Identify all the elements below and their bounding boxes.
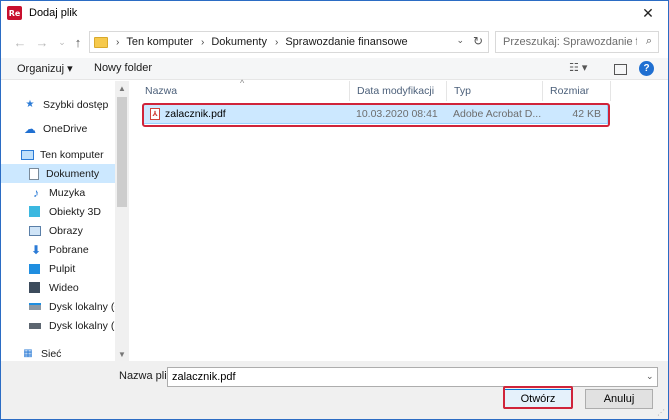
sidebar-item-this-pc[interactable]: Ten komputer: [1, 145, 115, 164]
close-icon: ✕: [642, 4, 654, 21]
column-header-type[interactable]: Typ: [447, 81, 543, 101]
music-icon: ♪: [33, 185, 39, 200]
back-button[interactable]: ←: [10, 32, 30, 52]
sidebar-item-label: Ten komputer: [40, 148, 104, 161]
sidebar-scrollbar[interactable]: ▲ ▼: [115, 81, 129, 361]
column-header-label: Data modyfikacji: [357, 85, 435, 97]
desktop-icon: [29, 263, 40, 274]
chevron-right-icon: ›: [116, 36, 120, 48]
sidebar-item-label: Dysk lokalny (C:): [49, 300, 115, 313]
refresh-icon[interactable]: ↻: [473, 34, 483, 48]
address-bar[interactable]: › Ten komputer › Dokumenty › Sprawozdani…: [89, 31, 489, 53]
sidebar-item-label: Dysk lokalny (D:): [49, 319, 115, 332]
sidebar-item-drive-d[interactable]: Dysk lokalny (D:): [1, 316, 115, 335]
column-header-label: Typ: [454, 85, 471, 97]
column-header-label: Nazwa: [145, 85, 178, 97]
file-dialog-window: Re Dodaj plik ✕ ← → ⌄ ↑ › Ten komputer ›…: [0, 0, 669, 420]
close-button[interactable]: ✕: [628, 1, 668, 25]
download-icon: ⬇: [30, 242, 42, 257]
help-icon[interactable]: ?: [639, 61, 654, 76]
organize-button[interactable]: Organizuj ▾: [17, 62, 73, 75]
video-icon: [29, 282, 40, 293]
filename-input[interactable]: [167, 367, 658, 387]
sidebar-item-label: OneDrive: [43, 122, 88, 135]
sidebar-item-3d-objects[interactable]: Obiekty 3D: [1, 202, 115, 221]
command-toolbar: Organizuj ▾ Nowy folder ☷ ▾ ?: [1, 58, 668, 80]
scrollbar-thumb[interactable]: [117, 97, 127, 207]
sidebar-item-drive-c[interactable]: Dysk lokalny (C:): [1, 297, 115, 316]
sidebar-item-music[interactable]: ♪ Muzyka: [1, 183, 115, 202]
preview-pane-icon[interactable]: [614, 64, 627, 75]
sidebar-item-label: Pulpit: [49, 262, 76, 275]
search-icon: ⌕: [645, 35, 652, 47]
selected-file-highlight: [142, 103, 610, 127]
computer-icon: [21, 149, 34, 160]
resize-grip-icon[interactable]: ⋰: [657, 408, 665, 417]
cancel-button[interactable]: Anuluj: [585, 389, 653, 409]
chevron-right-icon: ›: [201, 36, 205, 48]
search-box[interactable]: Przeszukaj: Sprawozdanie fina... ⌕: [495, 31, 659, 53]
column-header-modified[interactable]: Data modyfikacji: [350, 81, 447, 101]
column-header-size[interactable]: Rozmiar: [543, 81, 611, 101]
breadcrumb-item[interactable]: Sprawozdanie finansowe: [285, 36, 407, 48]
drive-icon: [29, 322, 41, 329]
sidebar-item-quick-access[interactable]: ★ Szybki dostęp: [1, 95, 115, 114]
scroll-down-icon[interactable]: ▼: [115, 347, 129, 361]
scroll-up-icon[interactable]: ▲: [115, 81, 129, 95]
sidebar-item-label: Obiekty 3D: [49, 205, 101, 218]
chevron-right-icon: ›: [274, 36, 279, 48]
navigation-pane: ★ Szybki dostęp ☁ OneDrive Ten komputer …: [1, 81, 129, 361]
cube-icon: [29, 206, 40, 217]
column-header-name[interactable]: Nazwa ^: [138, 78, 350, 101]
sidebar-item-desktop[interactable]: Pulpit: [1, 259, 115, 278]
sidebar-item-pictures[interactable]: Obrazy: [1, 221, 115, 240]
network-icon: ▦: [23, 348, 33, 359]
forward-button[interactable]: →: [32, 32, 52, 52]
cloud-icon: ☁: [24, 121, 36, 136]
window-title: Dodaj plik: [29, 7, 78, 19]
sidebar-item-label: Muzyka: [49, 186, 86, 199]
drive-icon: [29, 303, 41, 310]
up-button[interactable]: ↑: [68, 32, 88, 52]
column-header-label: Rozmiar: [550, 85, 590, 97]
sidebar-item-downloads[interactable]: ⬇ Pobrane: [1, 240, 115, 259]
new-folder-button[interactable]: Nowy folder: [94, 62, 152, 74]
document-icon: [29, 167, 39, 180]
search-input[interactable]: Przeszukaj: Sprawozdanie fina...: [503, 36, 637, 48]
sidebar-item-label: Sieć: [41, 347, 62, 360]
breadcrumb-item[interactable]: Dokumenty: [211, 36, 267, 48]
arrow-left-icon: ←: [13, 34, 27, 50]
sidebar-item-videos[interactable]: Wideo: [1, 278, 115, 297]
title-bar: Re Dodaj plik ✕: [1, 1, 668, 25]
chevron-down-icon[interactable]: ⌄: [646, 371, 654, 382]
arrow-up-icon: ↑: [74, 34, 82, 50]
chevron-down-icon: ⌄: [58, 36, 66, 47]
sidebar-item-label: Pobrane: [49, 243, 89, 256]
open-button-highlight: [503, 386, 573, 409]
breadcrumb-item[interactable]: Ten komputer: [126, 36, 193, 48]
sidebar-item-label: Szybki dostęp: [43, 98, 109, 111]
view-options-icon[interactable]: ☷ ▾: [569, 61, 587, 74]
star-icon: ★: [25, 99, 35, 110]
sidebar-item-label: Obrazy: [49, 224, 83, 237]
sidebar-item-label: Wideo: [49, 281, 79, 294]
address-row: ← → ⌄ ↑ › Ten komputer › Dokumenty › Spr…: [1, 29, 668, 55]
sidebar-item-documents[interactable]: Dokumenty: [1, 164, 115, 183]
folder-icon: [94, 36, 108, 48]
address-dropdown-icon[interactable]: ⌄: [456, 35, 464, 46]
app-icon: Re: [7, 6, 22, 20]
sidebar-item-onedrive[interactable]: ☁ OneDrive: [1, 119, 115, 138]
image-icon: [29, 225, 41, 236]
sidebar-item-label: Dokumenty: [46, 167, 100, 180]
sort-ascending-icon: ^: [240, 78, 245, 88]
arrow-right-icon: →: [35, 34, 49, 50]
